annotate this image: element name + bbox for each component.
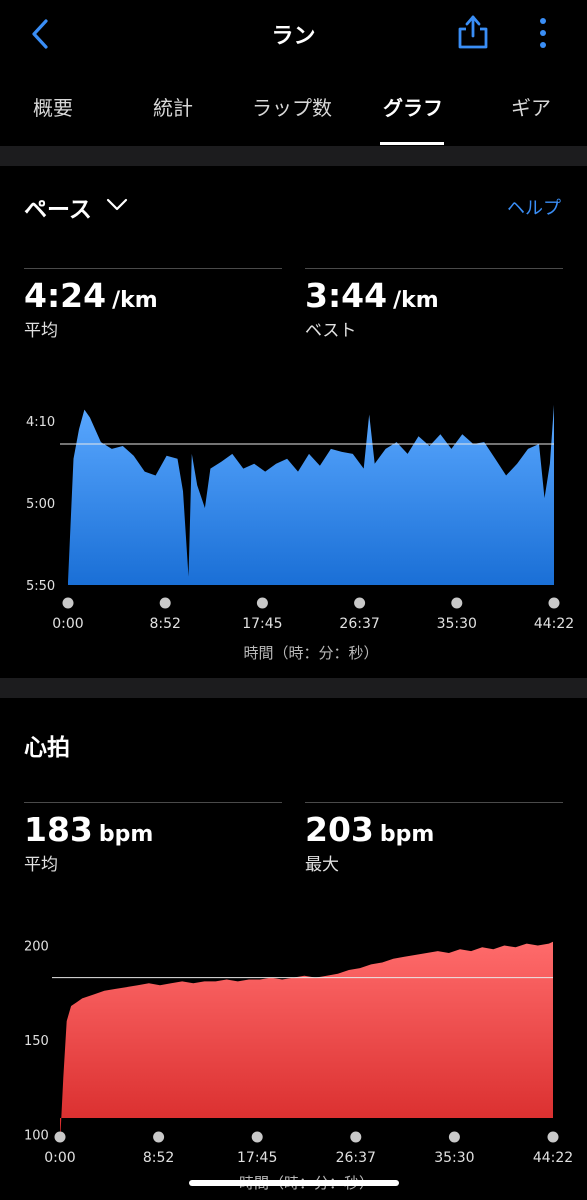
hr-x-tick-label: 44:22 bbox=[533, 1150, 573, 1166]
avg-heart-rate-value: 183 bpm bbox=[24, 810, 153, 849]
best-pace-value: 3:44/km bbox=[305, 276, 439, 315]
best-pace-unit: /km bbox=[393, 288, 439, 313]
hr-x-tick-label: 26:37 bbox=[336, 1150, 376, 1166]
pace-chart: 4:10 5:00 5:50 0:00 8:52 17:45 26:37 35:30 44:22… bbox=[26, 404, 574, 662]
avg-heart-rate-number: 183 bbox=[24, 810, 93, 849]
hr-x-tick-dot[interactable] bbox=[350, 1131, 362, 1143]
pace-x-tick-label: 8:52 bbox=[149, 616, 180, 632]
page-title: ラン bbox=[271, 24, 316, 49]
pace-area-series bbox=[68, 404, 554, 585]
stat-divider bbox=[305, 802, 563, 803]
tab-graph[interactable]: グラフ bbox=[383, 92, 443, 121]
tab-overview[interactable]: 概要 bbox=[33, 92, 73, 121]
stat-divider bbox=[305, 268, 563, 269]
avg-pace-value: 4:24/km bbox=[24, 276, 158, 315]
section-divider bbox=[0, 146, 587, 166]
max-heart-rate-unit: bpm bbox=[379, 822, 435, 847]
heart-rate-chart: 2001501000:008:5217:4526:3735:3044:22時間（… bbox=[24, 939, 573, 1192]
pace-x-tick-dot[interactable] bbox=[159, 597, 171, 609]
hr-x-tick-label: 8:52 bbox=[143, 1150, 174, 1166]
pace-y-tick-label: 5:50 bbox=[26, 579, 55, 594]
hr-x-tick-dot[interactable] bbox=[448, 1131, 460, 1143]
top-bar: ラン bbox=[0, 0, 587, 70]
tab-bar: 概要 統計 ラップ数 グラフ ギア bbox=[0, 70, 587, 146]
pace-x-tick-label: 26:37 bbox=[339, 616, 379, 632]
hr-x-tick-dot[interactable] bbox=[547, 1131, 559, 1143]
best-pace-number: 3:44 bbox=[305, 276, 388, 315]
pace-x-tick-label: 44:22 bbox=[534, 616, 574, 632]
home-indicator bbox=[189, 1180, 399, 1186]
hr-x-tick-label: 0:00 bbox=[44, 1150, 75, 1166]
avg-pace-unit: /km bbox=[112, 288, 158, 313]
best-pace-label: ベスト bbox=[305, 321, 357, 341]
pace-x-axis-label: 時間（時：分：秒） bbox=[243, 644, 378, 662]
avg-heart-rate-label: 平均 bbox=[24, 855, 58, 875]
section-divider bbox=[0, 678, 587, 698]
pace-x-tick-dot[interactable] bbox=[256, 597, 268, 609]
max-heart-rate-number: 203 bbox=[305, 810, 374, 849]
tab-stats[interactable]: 統計 bbox=[153, 92, 193, 121]
pace-y-tick-label: 4:10 bbox=[26, 415, 55, 430]
hr-x-tick-label: 35:30 bbox=[434, 1150, 474, 1166]
more-options-icon[interactable] bbox=[533, 16, 553, 50]
max-heart-rate-label: 最大 bbox=[305, 855, 339, 875]
pace-x-tick-dot[interactable] bbox=[354, 597, 366, 609]
pace-x-tick-dot[interactable] bbox=[548, 597, 560, 609]
tab-gear[interactable]: ギア bbox=[511, 92, 551, 121]
avg-pace-number: 4:24 bbox=[24, 276, 107, 315]
tab-laps[interactable]: ラップ数 bbox=[252, 92, 332, 121]
hr-y-tick-label: 150 bbox=[24, 1034, 49, 1049]
pace-section-title[interactable]: ペース bbox=[24, 190, 92, 224]
help-link[interactable]: ヘルプ bbox=[507, 194, 561, 220]
share-icon[interactable] bbox=[456, 14, 490, 50]
max-heart-rate-value: 203 bpm bbox=[305, 810, 434, 849]
pace-x-tick-label: 0:00 bbox=[52, 616, 83, 632]
hr-y-tick-label: 200 bbox=[24, 939, 49, 954]
pace-x-tick-label: 35:30 bbox=[437, 616, 477, 632]
stat-divider bbox=[24, 268, 282, 269]
hr-y-tick-label: 100 bbox=[24, 1129, 49, 1144]
active-tab-indicator bbox=[380, 142, 444, 145]
hr-x-tick-dot[interactable] bbox=[153, 1131, 165, 1143]
hr-x-tick-dot[interactable] bbox=[251, 1131, 263, 1143]
heart-rate-section-title: 心拍 bbox=[24, 735, 70, 761]
pace-x-tick-dot[interactable] bbox=[62, 597, 74, 609]
avg-heart-rate-unit: bpm bbox=[98, 822, 154, 847]
hr-x-tick-label: 17:45 bbox=[237, 1150, 277, 1166]
hr-area-series bbox=[60, 941, 553, 1144]
pace-x-tick-label: 17:45 bbox=[242, 616, 282, 632]
pace-y-tick-label: 5:00 bbox=[26, 497, 55, 512]
hr-x-tick-dot[interactable] bbox=[54, 1131, 66, 1143]
chevron-down-icon[interactable] bbox=[106, 198, 128, 212]
stat-divider bbox=[24, 802, 282, 803]
pace-x-tick-dot[interactable] bbox=[451, 597, 463, 609]
avg-pace-label: 平均 bbox=[24, 321, 58, 341]
